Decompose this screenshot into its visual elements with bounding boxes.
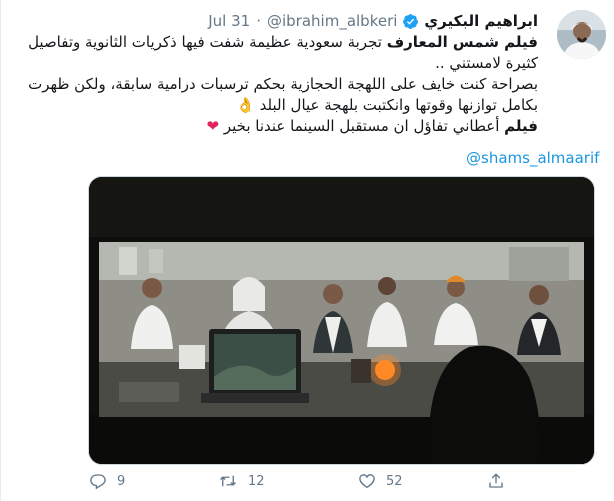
verified-badge-icon [402,13,419,30]
like-count: 52 [386,473,403,489]
line-5-text: أعطاني تفاؤل ان مستقبل السينما عندنا بخي… [223,117,505,135]
share-icon [489,473,503,488]
reply-count: 9 [117,473,126,489]
tweet-media-image[interactable] [88,176,595,465]
tweet[interactable]: Jul 31 · @ibrahim_albkeri ابراهيم البكير… [0,0,614,501]
user-handle[interactable]: @ibrahim_albkeri [267,12,397,30]
tweet-line-4: بكامل توازنها وقوتها وانكتبت بلهجة عيال … [13,95,538,116]
retweet-count: 12 [248,473,265,489]
separator-dot: · [256,12,261,30]
film-name-bold: فيلم شمس المعارف [386,33,538,51]
tweet-date[interactable]: Jul 31 [208,12,250,30]
share-button[interactable] [487,472,515,490]
tweet-line-1: فيلم شمس المعارف تجربة سعودية عظيمة شفت … [13,32,538,53]
tweet-line-3: بصراحة كنت خايف على اللهجة الحجازية بحكم… [28,75,538,93]
red-heart-emoji-icon: ❤ [206,117,220,135]
reply-icon [90,474,106,490]
line-1-text: تجربة سعودية عظيمة شفت فيها ذكريات الثان… [28,33,387,51]
avatar[interactable] [557,10,606,59]
tweet-line-2: كثيرة لامستني .. [435,54,538,72]
display-name[interactable]: ابراهيم البكيري [424,12,538,30]
tweet-line-5: فيلم أعطاني تفاؤل ان مستقبل السينما عندن… [13,116,539,137]
like-button[interactable]: 52 [358,472,403,490]
tweet-text: فيلم شمس المعارف تجربة سعودية عظيمة شفت … [13,32,538,137]
movie-scene-photo [89,177,594,464]
mention-link[interactable]: @shams_almaarif [466,149,599,167]
heart-icon [359,474,375,489]
tweet-actions: 9 12 52 [89,470,609,494]
line-4-text: بكامل توازنها وقوتها وانكتبت بلهجة عيال … [259,96,538,114]
reply-button[interactable]: 9 [89,472,125,490]
retweet-icon [220,475,236,487]
retweet-button[interactable]: 12 [218,472,265,490]
film-word-bold: فيلم [504,117,538,135]
tweet-header: Jul 31 · @ibrahim_albkeri ابراهيم البكير… [208,10,538,32]
ok-hand-emoji-icon: 👌 [236,96,255,114]
